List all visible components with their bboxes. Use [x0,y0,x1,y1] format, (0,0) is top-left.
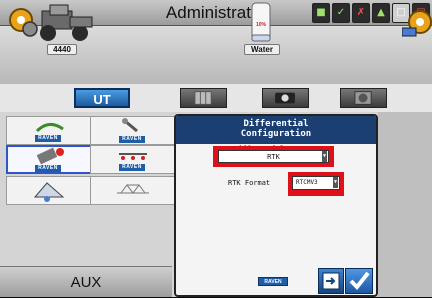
right-panel [378,112,432,297]
camera-icon [275,92,295,104]
accept-button[interactable] [345,268,373,294]
differential-source-select[interactable]: RTK ▼ [218,150,329,163]
wrench-icon [122,118,138,133]
map-icon [194,91,212,105]
module-cell-tools[interactable]: RAVEN [90,116,176,145]
dialog-title-line1: Differential [243,119,309,129]
raven-badge: RAVEN [35,135,61,142]
gauge-icon [354,91,372,105]
exit-icon [322,272,340,290]
boom-icon [119,153,147,160]
tab-gauge[interactable] [340,88,387,108]
raven-badge: RAVEN [35,165,61,172]
module-cell-boom[interactable]: RAVEN [90,145,176,174]
gps-signal-icon[interactable]: ▲ [372,3,390,23]
tractor-label: 4440 [47,44,77,55]
dialog-title-line2: Configuration [240,129,312,139]
checkmark-icon [349,271,370,291]
module-cell-truss[interactable] [90,176,176,205]
tab-map[interactable] [180,88,227,108]
aux-button[interactable]: AUX [0,266,172,297]
implement-icon [33,182,65,202]
tank-percent: 10% [255,22,266,28]
exit-button[interactable] [318,268,344,294]
module-cell-guidance[interactable]: RAVEN [6,116,92,145]
raven-badge: RAVEN [119,164,145,171]
alert-icon[interactable]: ✗ [352,3,370,23]
iso-icon[interactable]: ■ [312,3,330,23]
raven-logo: RAVEN [258,277,288,286]
raven-badge: RAVEN [119,136,145,143]
tank-label: Water [244,44,280,55]
tab-ut[interactable]: UT [74,88,130,108]
differential-source-value: RTK [267,153,280,161]
rtk-format-value: RTCMV3 [296,179,318,186]
module-cell-implement[interactable] [6,176,92,205]
chevron-down-icon[interactable]: ▼ [333,177,338,188]
rtk-format-select[interactable]: RTCMV3 ▼ [292,176,340,190]
dialog-title: Differential Configuration [176,116,376,144]
truss-icon [117,184,149,194]
gps-icon[interactable]: ✓ [332,3,350,23]
tractor-gear-icon[interactable] [8,3,98,43]
settings-gear-icon[interactable] [402,8,432,38]
tab-camera[interactable] [262,88,309,108]
field-icon [35,123,64,133]
chevron-down-icon[interactable]: ▼ [322,151,327,162]
satellite-icon [36,147,64,165]
rtk-format-label: RTK Format [228,179,271,187]
module-cell-gps[interactable]: RAVEN [6,145,92,174]
